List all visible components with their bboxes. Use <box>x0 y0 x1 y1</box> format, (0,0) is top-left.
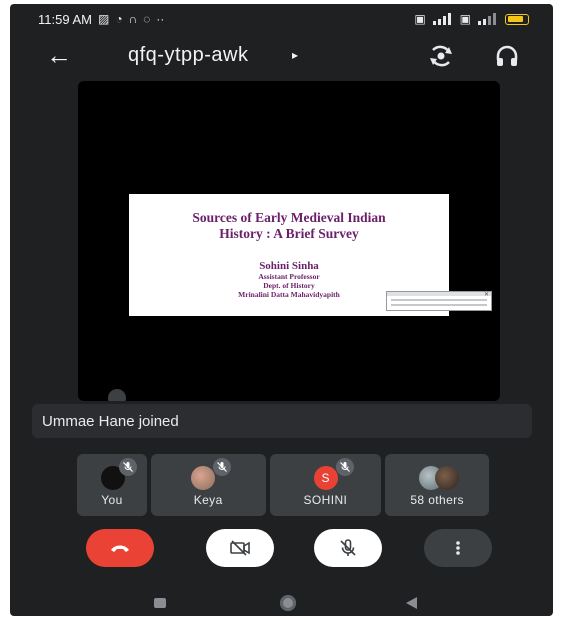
close-icon: ✕ <box>483 292 489 298</box>
meeting-code[interactable]: qfq-ytpp-awk <box>128 44 249 67</box>
status-right: ▣ ▣ <box>414 12 529 26</box>
slide-affiliation-line: Dept. of History <box>263 281 315 290</box>
participant-strip: You Keya S SOHINI 58 others <box>77 454 489 516</box>
mic-off-icon <box>212 458 231 476</box>
video-off-icon <box>230 540 250 556</box>
back-arrow-icon[interactable]: ← <box>46 42 72 68</box>
presenter-avatar <box>108 389 126 401</box>
mic-off-icon <box>119 458 137 476</box>
battery-icon <box>505 13 529 25</box>
system-nav-bar <box>10 590 553 616</box>
mini-window-line <box>391 304 487 306</box>
switch-camera-icon[interactable] <box>427 44 455 68</box>
participant-tile-you[interactable]: You <box>77 454 147 516</box>
participant-name: SOHINI <box>303 493 348 507</box>
participant-tile-keya[interactable]: Keya <box>150 454 266 516</box>
recents-icon[interactable] <box>154 598 166 608</box>
presenter-mini-window: ✕ <box>386 291 492 311</box>
status-time: 11:59 AM <box>38 11 92 27</box>
signal-icon <box>478 13 496 25</box>
join-toast: Ummae Hane joined <box>32 404 532 438</box>
volte-icon: ▣ <box>459 12 471 26</box>
back-triangle-icon[interactable] <box>406 597 417 609</box>
slide-title: Sources of Early Medieval Indian History… <box>192 210 386 241</box>
signal-icon <box>432 13 451 25</box>
presentation-stage[interactable]: Sources of Early Medieval Indian History… <box>78 81 500 401</box>
volte-icon: ▣ <box>414 12 426 26</box>
avatar <box>190 466 215 490</box>
avatar <box>435 466 460 490</box>
participant-name: You <box>101 493 123 507</box>
mini-window-line <box>391 299 487 301</box>
mic-toggle-button[interactable] <box>314 529 382 567</box>
end-call-icon <box>111 545 129 552</box>
slide-affiliation-line: Assistant Professor <box>258 272 320 281</box>
home-icon[interactable] <box>280 595 296 611</box>
meeting-details-chevron-icon[interactable]: ▸ <box>292 48 298 62</box>
more-vert-icon <box>456 541 460 555</box>
participant-tile-others[interactable]: 58 others <box>385 454 489 516</box>
join-toast-text: Ummae Hane joined <box>42 412 179 430</box>
call-controls <box>10 529 553 569</box>
status-left: 11:59 AM ▨ ◔ ∩ ◌ ·· <box>38 12 164 27</box>
gallery-icon: ▨ <box>97 12 110 26</box>
participant-name: 58 others <box>410 493 464 507</box>
end-call-button[interactable] <box>86 529 154 567</box>
mic-off-icon <box>335 458 354 476</box>
status-bar: 11:59 AM ▨ ◔ ∩ ◌ ·· ▣ ▣ <box>10 4 553 34</box>
meet-screen: 11:59 AM ▨ ◔ ∩ ◌ ·· ▣ ▣ ← qfq-ytpp-awk ▸… <box>10 4 553 616</box>
audio-output-icon[interactable] <box>494 44 520 68</box>
participant-name: Keya <box>193 493 223 507</box>
alarm-icon: ◔ <box>115 12 123 26</box>
camera-toggle-button[interactable] <box>206 529 274 567</box>
avatar: S <box>313 466 338 490</box>
mic-off-icon <box>340 539 356 556</box>
headphone-icon: ∩ <box>128 12 138 26</box>
meeting-header: ← qfq-ytpp-awk ▸ <box>10 34 553 78</box>
more-notifications-icon: ·· <box>156 12 165 26</box>
more-options-button[interactable] <box>424 529 492 567</box>
mini-window-titlebar <box>387 292 491 296</box>
participant-tile-sohini[interactable]: S SOHINI <box>269 454 382 516</box>
whatsapp-icon: ◌ <box>143 12 151 26</box>
slide-author: Sohini Sinha <box>259 260 319 272</box>
